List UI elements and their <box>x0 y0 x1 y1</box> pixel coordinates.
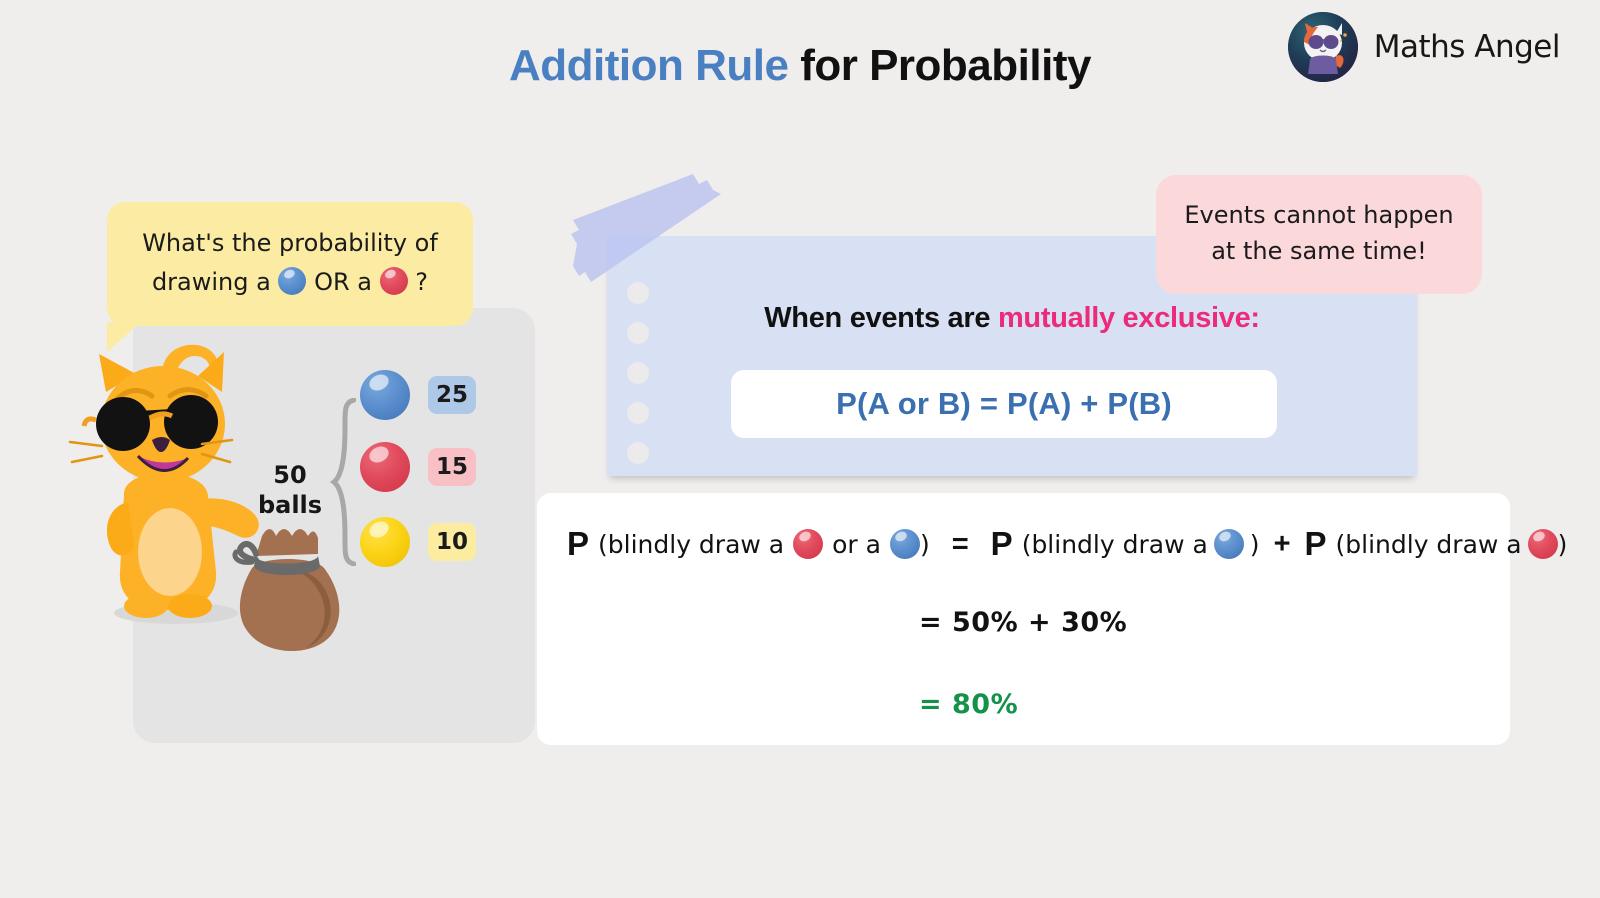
mutually-exclusive-callout: Events cannot happen at the same time! <box>1156 175 1482 294</box>
working-line-3-result: = 80% <box>919 689 1019 720</box>
blue-ball-icon <box>1213 529 1244 559</box>
question-line-2-a: drawing a <box>151 267 271 296</box>
working-line-1-text-6: (blindly draw a <box>1335 529 1522 559</box>
working-line-1-text-7: ) <box>1557 529 1568 559</box>
page-title-accent: Addition Rule <box>509 41 789 90</box>
equals-sign: = <box>951 527 969 560</box>
red-ball-icon <box>793 529 824 559</box>
page-title-rest: for Probability <box>788 41 1091 90</box>
addition-rule-formula-card: P(A or B) = P(A) + P(B) <box>731 370 1277 438</box>
ball-row-yellow: 10 <box>360 517 477 567</box>
question-speech-bubble: What's the probability of drawing a OR a… <box>107 202 473 352</box>
note-heading-black: When events are <box>764 302 998 334</box>
red-ball-icon <box>360 442 410 492</box>
probability-symbol: P <box>990 525 1013 562</box>
working-line-1-text-5: ) <box>1249 529 1260 559</box>
blue-ball-icon <box>889 529 920 559</box>
speech-bubble-tail <box>107 321 141 352</box>
note-heading: When events are mutually exclusive: <box>607 302 1417 335</box>
working-line-1: P (blindly draw a or a ) = P (blindly dr… <box>567 525 1567 563</box>
question-line-2-b: OR a <box>314 267 373 296</box>
washi-tape-svg <box>571 174 721 282</box>
punch-hole-icon <box>627 402 649 424</box>
blue-ball-icon <box>360 370 410 420</box>
yellow-ball-icon <box>360 517 410 567</box>
question-line-2: drawing a OR a ? <box>131 263 449 302</box>
probability-symbol: P <box>1304 525 1327 562</box>
ball-row-red: 15 <box>360 442 477 492</box>
question-line-1: What's the probability of <box>142 229 438 257</box>
working-line-1-text-3: ) <box>919 529 930 559</box>
cat-avatar-svg <box>1287 12 1358 82</box>
cat-avatar-icon <box>1287 12 1358 82</box>
probability-symbol: P <box>567 525 590 562</box>
punch-hole-icon <box>627 362 649 384</box>
punch-hole-icon <box>627 442 649 464</box>
working-line-1-text-4: (blindly draw a <box>1021 529 1208 559</box>
red-ball-icon <box>1527 529 1558 559</box>
red-ball-icon <box>379 267 408 296</box>
brand-lockup: Maths Angel <box>1287 12 1561 82</box>
worked-example-card: P (blindly draw a or a ) = P (blindly dr… <box>537 493 1567 745</box>
callout-line-2: at the same time! <box>1211 237 1427 266</box>
plus-sign: + <box>1273 527 1291 560</box>
yellow-ball-count-badge: 10 <box>428 523 477 561</box>
cat-mascot-icon <box>66 330 316 630</box>
brand-name: Maths Angel <box>1373 29 1561 65</box>
ball-row-blue: 25 <box>360 370 477 420</box>
red-ball-count-badge: 15 <box>428 448 477 486</box>
cat-mascot-svg <box>68 344 259 624</box>
working-line-2: = 50% + 30% <box>919 607 1128 638</box>
blue-ball-count-badge: 25 <box>428 376 477 414</box>
question-line-2-c: ? <box>415 267 429 296</box>
callout-line-1: Events cannot happen <box>1184 201 1454 229</box>
blue-ball-icon <box>278 267 307 296</box>
note-heading-pink: mutually exclusive: <box>997 302 1260 334</box>
washi-tape-icon <box>565 172 725 290</box>
working-line-1-text-2: or a <box>832 529 881 559</box>
working-line-1-text-1: (blindly draw a <box>598 529 785 559</box>
